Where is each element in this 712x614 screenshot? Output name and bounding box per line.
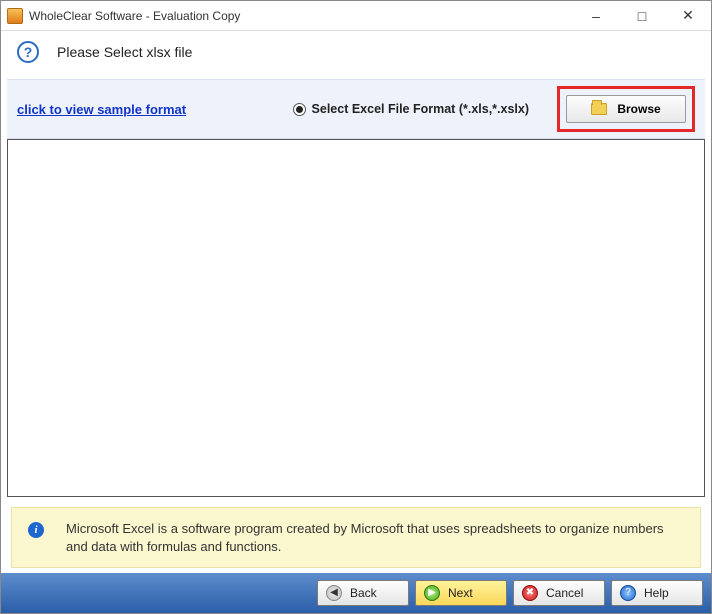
- next-arrow-icon: ▶: [424, 585, 440, 601]
- cancel-icon: ✖: [522, 585, 538, 601]
- help-icon: ?: [620, 585, 636, 601]
- next-button[interactable]: ▶ Next: [415, 580, 507, 606]
- cancel-button-label: Cancel: [546, 586, 583, 600]
- cancel-button[interactable]: ✖ Cancel: [513, 580, 605, 606]
- options-bar: click to view sample format Select Excel…: [7, 79, 705, 139]
- help-button[interactable]: ? Help: [611, 580, 703, 606]
- back-arrow-icon: ◀: [326, 585, 342, 601]
- info-icon: i: [28, 522, 44, 538]
- back-button-label: Back: [350, 586, 377, 600]
- browse-button-label: Browse: [617, 102, 660, 116]
- browse-button[interactable]: Browse: [566, 95, 686, 123]
- radio-dot-icon: [293, 103, 306, 116]
- file-list-area: [7, 139, 705, 497]
- app-icon: [7, 8, 23, 24]
- footer: ◀ Back ▶ Next ✖ Cancel ? Help: [1, 573, 711, 613]
- sample-format-link[interactable]: click to view sample format: [17, 102, 186, 117]
- next-button-label: Next: [448, 586, 473, 600]
- close-button[interactable]: ✕: [665, 1, 711, 31]
- file-format-radio-label: Select Excel File Format (*.xls,*.xslx): [312, 102, 529, 116]
- maximize-button[interactable]: □: [619, 1, 665, 31]
- titlebar: WholeClear Software - Evaluation Copy – …: [1, 1, 711, 31]
- info-bar: i Microsoft Excel is a software program …: [11, 507, 701, 568]
- header-prompt: Please Select xlsx file: [57, 44, 192, 60]
- minimize-button[interactable]: –: [573, 1, 619, 31]
- browse-highlight: Browse: [557, 86, 695, 132]
- header-row: ? Please Select xlsx file: [1, 31, 711, 79]
- window-title: WholeClear Software - Evaluation Copy: [29, 9, 240, 23]
- info-text: Microsoft Excel is a software program cr…: [66, 520, 684, 555]
- question-icon: ?: [17, 41, 39, 63]
- help-button-label: Help: [644, 586, 669, 600]
- back-button[interactable]: ◀ Back: [317, 580, 409, 606]
- folder-icon: [591, 103, 607, 115]
- file-format-radio[interactable]: Select Excel File Format (*.xls,*.xslx): [293, 102, 529, 116]
